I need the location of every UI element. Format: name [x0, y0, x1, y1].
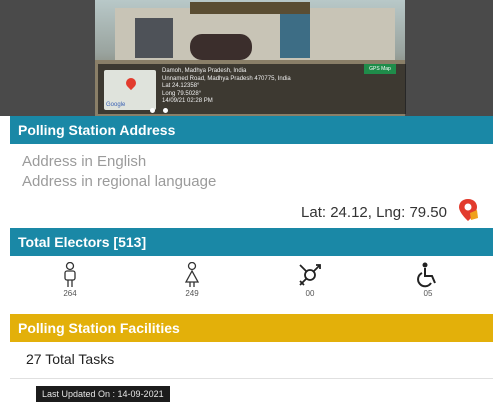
map-pin-icon — [123, 75, 139, 91]
geotag-title: Damoh, Madhya Pradesh, India — [162, 68, 247, 74]
address-section-header: Polling Station Address — [10, 116, 493, 144]
carousel-dot[interactable] — [150, 108, 155, 113]
motorbike — [190, 34, 252, 60]
female-count: 249 — [185, 289, 199, 298]
geotag-text: Damoh, Madhya Pradesh, India Unnamed Roa… — [162, 68, 291, 106]
disabled-voter-icon — [417, 262, 436, 288]
carousel-dot[interactable] — [163, 108, 168, 113]
geotag-line: Long 79.5028° — [162, 90, 202, 97]
female-electors: 249 — [172, 262, 212, 298]
address-regional: Address in regional language — [22, 173, 217, 190]
male-count: 264 — [63, 289, 77, 298]
building-door-blue — [280, 14, 310, 58]
third-gender-icon — [299, 264, 321, 286]
third-gender-electors: 00 — [290, 262, 330, 298]
open-map-icon[interactable] — [457, 198, 479, 222]
male-voter-icon — [64, 262, 76, 287]
total-tasks-row[interactable]: 27 Total Tasks — [10, 342, 493, 379]
address-card: Address in English Address in regional l… — [10, 144, 493, 230]
building-door — [135, 18, 173, 58]
polling-station-photo[interactable]: Google Damoh, Madhya Pradesh, India Unna… — [0, 0, 493, 116]
google-logo: Google — [106, 102, 126, 108]
last-updated-label: Last Updated On : 14-09-2021 — [36, 386, 170, 402]
lat-lng-text: Lat: 24.12, Lng: 79.50 — [301, 204, 447, 221]
geotag-line: 14/09/21 02:28 PM — [162, 98, 213, 104]
facilities-section-header[interactable]: Polling Station Facilities — [10, 314, 493, 342]
gps-badge: GPS Map — [364, 64, 396, 74]
disabled-electors: 05 — [408, 262, 448, 298]
electors-section-header: Total Electors [513] — [10, 228, 493, 256]
geotag-line: Unnamed Road, Madhya Pradesh 470775, Ind… — [162, 75, 291, 82]
disabled-count: 05 — [423, 289, 433, 298]
geotag-overlay: Google Damoh, Madhya Pradesh, India Unna… — [98, 64, 406, 114]
male-electors: 264 — [50, 262, 90, 298]
third-gender-count: 00 — [305, 289, 315, 298]
address-english: Address in English — [22, 153, 147, 170]
female-voter-icon — [184, 262, 200, 287]
building-signboard — [190, 2, 310, 14]
electors-breakdown: 264 249 00 05 — [10, 256, 493, 314]
total-tasks-label: 27 Total Tasks — [26, 351, 115, 367]
geotag-line: Lat 24.12358° — [162, 83, 200, 89]
carousel-indicator[interactable] — [146, 100, 172, 116]
